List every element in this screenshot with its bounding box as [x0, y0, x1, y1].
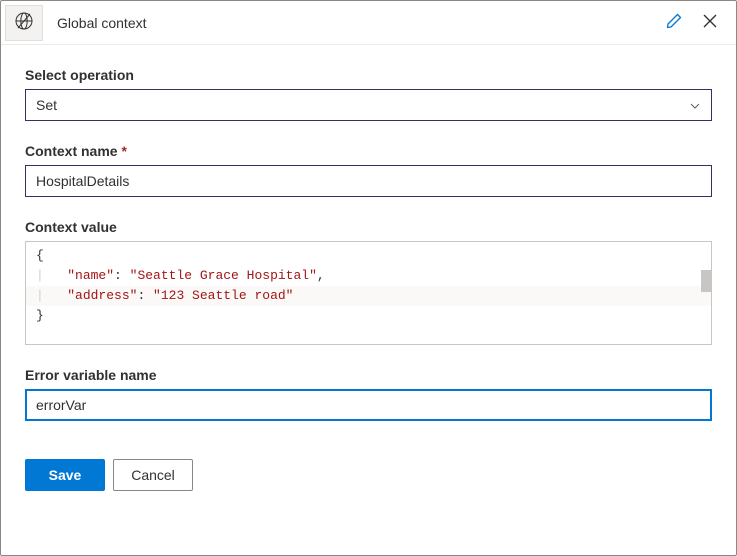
code-line: } [26, 306, 711, 326]
context-value-editor[interactable]: { | "name": "Seattle Grace Hospital", | … [25, 241, 712, 345]
select-operation-value: Set [36, 97, 689, 113]
panel-title: Global context [43, 15, 656, 31]
context-name-field: Context name * [25, 143, 712, 197]
context-value-field: Context value { | "name": "Seattle Grace… [25, 219, 712, 345]
select-operation-field: Select operation Set [25, 67, 712, 121]
code-line: { [26, 246, 711, 266]
panel-header: Global context [1, 1, 736, 45]
scrollbar-thumb[interactable] [701, 270, 711, 292]
context-name-input[interactable] [25, 165, 712, 197]
close-icon [702, 13, 718, 32]
globe-icon [14, 11, 34, 34]
cancel-button[interactable]: Cancel [113, 459, 193, 491]
error-variable-name-label: Error variable name [25, 367, 712, 383]
button-row: Save Cancel [1, 459, 736, 491]
code-line: | "address": "123 Seattle road" [26, 286, 711, 306]
code-line: | "name": "Seattle Grace Hospital", [26, 266, 711, 286]
error-variable-name-field: Error variable name [25, 367, 712, 421]
editor-scrollbar[interactable] [701, 242, 711, 344]
close-button[interactable] [692, 5, 728, 41]
context-value-label: Context value [25, 219, 712, 235]
required-asterisk: * [121, 143, 126, 159]
form-area: Select operation Set Context name * Cont… [1, 45, 736, 459]
chevron-down-icon [689, 99, 701, 111]
pencil-icon [665, 12, 683, 33]
save-button[interactable]: Save [25, 459, 105, 491]
error-variable-name-input[interactable] [25, 389, 712, 421]
select-operation-dropdown[interactable]: Set [25, 89, 712, 121]
select-operation-label: Select operation [25, 67, 712, 83]
globe-icon-box [5, 5, 43, 41]
edit-button[interactable] [656, 5, 692, 41]
context-name-label: Context name * [25, 143, 712, 159]
